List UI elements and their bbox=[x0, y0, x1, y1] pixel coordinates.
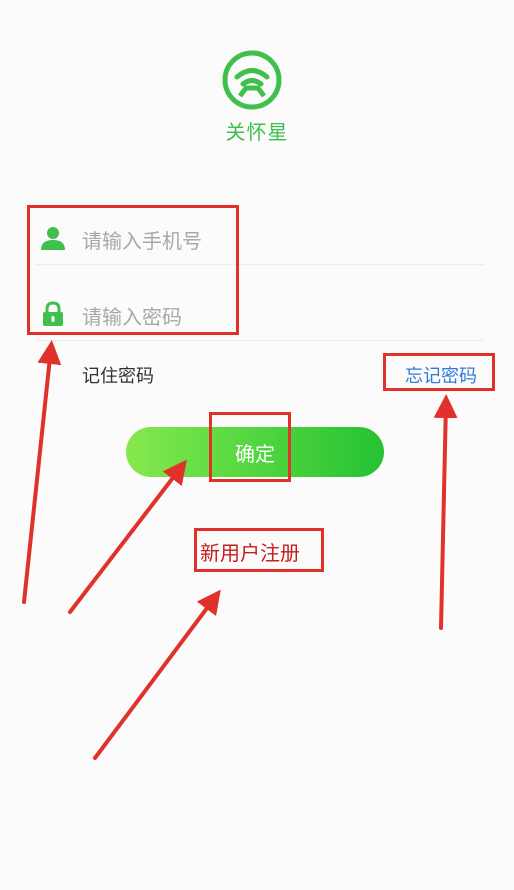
remember-password-checkbox[interactable]: 记住密码 bbox=[82, 362, 154, 388]
divider bbox=[36, 340, 484, 341]
annotation-arrow bbox=[68, 459, 187, 614]
annotation-box-inputs bbox=[27, 205, 239, 335]
annotation-box-forgot-password bbox=[383, 353, 495, 391]
app-name: 关怀星 bbox=[225, 120, 289, 144]
annotation-box-register bbox=[194, 528, 324, 572]
app-logo-icon bbox=[222, 50, 282, 110]
annotation-box-confirm bbox=[209, 412, 291, 482]
annotation-arrow bbox=[22, 340, 62, 604]
annotation-arrow bbox=[93, 589, 221, 760]
annotation-arrow bbox=[433, 394, 458, 630]
